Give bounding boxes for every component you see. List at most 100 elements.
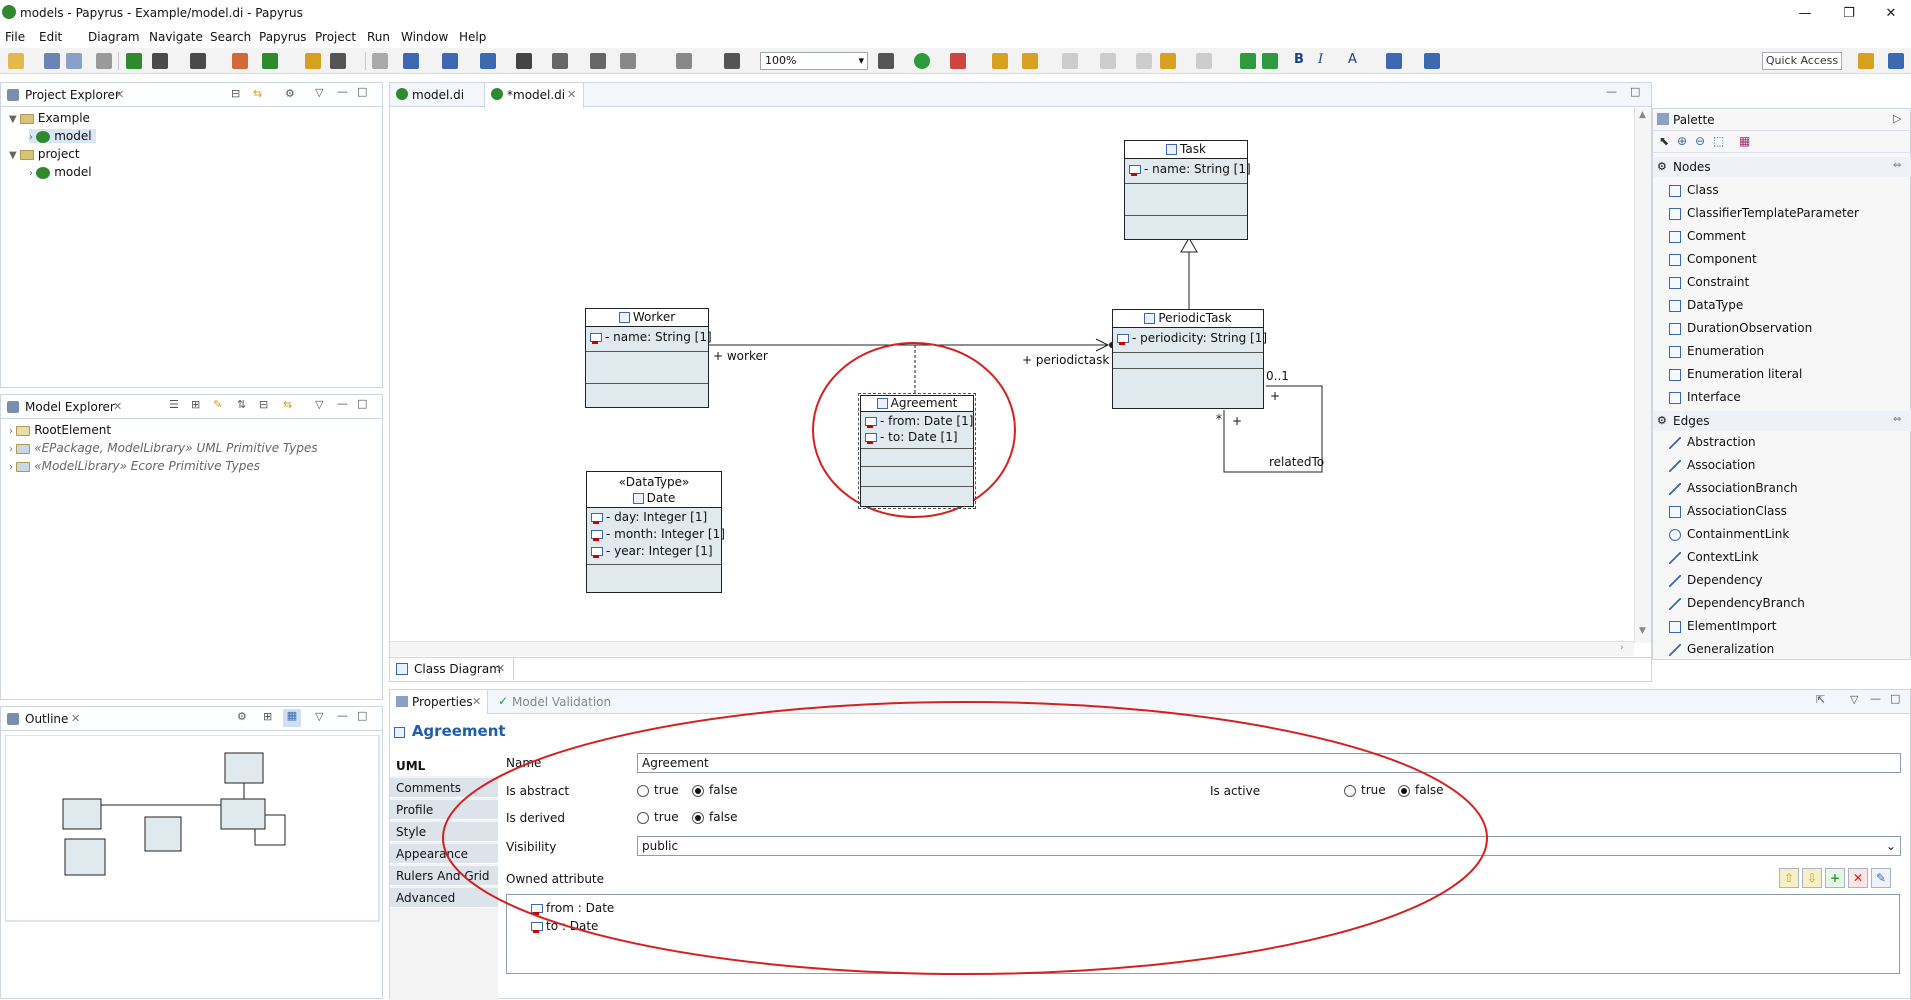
palette-edges-drawer[interactable]: ⚙ Edges ⇔ (1653, 411, 1911, 431)
minimize-view-icon[interactable]: — (1606, 85, 1617, 98)
list-item[interactable]: to : Date (531, 919, 598, 933)
view-menu-icon[interactable]: ▽ (1850, 693, 1858, 706)
collapse-all-icon[interactable]: ⊟ (231, 87, 240, 100)
side-tab-uml[interactable]: UML (390, 756, 498, 776)
collapse-icon[interactable]: ⊟ (259, 398, 268, 411)
zoom-out-icon[interactable]: ⊖ (1695, 134, 1705, 148)
menu-navigate[interactable]: Navigate (149, 28, 203, 46)
open-perspective-icon[interactable] (1858, 53, 1874, 69)
link-editor-icon[interactable]: ⇆ (253, 87, 262, 100)
side-tab-appearance[interactable]: Appearance (390, 844, 498, 864)
close-tab-icon[interactable]: ✕ (567, 88, 576, 101)
palette-item-dependency[interactable]: Dependency (1669, 573, 1763, 587)
palette-item-element-import[interactable]: ElementImport (1669, 619, 1777, 633)
project-explorer-tab[interactable]: Project Explorer ✕ ⊟ ⇆ ⚙ ▽ — □ (1, 83, 382, 107)
tree-item-model-selected[interactable]: › model (29, 129, 96, 143)
search-icon[interactable] (1100, 53, 1116, 69)
palette-item-constraint[interactable]: Constraint (1669, 275, 1749, 289)
attr-row[interactable]: - year: Integer [1] (591, 544, 713, 558)
palette-item-dep-branch[interactable]: DependencyBranch (1669, 596, 1805, 610)
related-to-label[interactable]: relatedTo (1269, 455, 1324, 469)
class-worker[interactable]: Worker - name: String [1] (585, 308, 712, 408)
menu-edit[interactable]: Edit (39, 28, 62, 46)
side-tab-advanced[interactable]: Advanced (390, 888, 498, 908)
maximize-view-icon[interactable]: □ (357, 85, 367, 98)
marquee-icon[interactable]: ⬚ (1713, 134, 1724, 148)
layout-icon[interactable] (480, 53, 496, 69)
class-task[interactable]: Task - name: String [1] (1124, 140, 1251, 240)
route-icon[interactable] (552, 53, 568, 69)
menu-diagram[interactable]: Diagram (88, 28, 140, 46)
menu-papyrus[interactable]: Papyrus (259, 28, 307, 46)
minimize-icon[interactable]: — (1790, 3, 1820, 25)
menu-window[interactable]: Window (401, 28, 448, 46)
maximize-icon[interactable]: ❐ (1834, 3, 1864, 25)
annotation-icon[interactable] (1062, 53, 1078, 69)
tab-model-di-dirty[interactable]: *model.di ✕ (484, 83, 584, 108)
zoom-in-icon[interactable] (676, 53, 692, 69)
visibility-select[interactable]: public ⌄ (637, 836, 1901, 856)
class-periodic-task[interactable]: PeriodicTask - periodicity: String [1] (1112, 309, 1267, 409)
move-up-button[interactable]: ⇧ (1779, 868, 1799, 888)
palette-item-assoc-branch[interactable]: AssociationBranch (1669, 481, 1798, 495)
close-tab-icon[interactable]: ✕ (113, 400, 122, 413)
tree-item-uml-types[interactable]: › «EPackage, ModelLibrary» UML Primitive… (9, 441, 318, 455)
drawer-pin-icon[interactable]: ⇔ (1893, 160, 1901, 171)
is-active-true[interactable]: true (1344, 783, 1386, 797)
arrow-icon[interactable] (330, 53, 346, 69)
sort-icon[interactable]: ✎ (213, 398, 222, 411)
is-derived-true[interactable]: true (637, 810, 679, 824)
maximize-view-icon[interactable]: □ (1890, 692, 1900, 705)
task-icon[interactable] (1022, 53, 1038, 69)
quick-access-input[interactable]: Quick Access (1762, 52, 1842, 70)
outline-filter-icon[interactable]: ⚙ (237, 710, 247, 723)
palette-item-assoc-class[interactable]: AssociationClass (1669, 504, 1787, 518)
tree-item-root[interactable]: › RootElement (9, 423, 111, 437)
palette-item-containment[interactable]: ContainmentLink (1669, 527, 1789, 541)
note-icon[interactable]: ▦ (1739, 134, 1750, 148)
close-tab-icon[interactable]: ✕ (496, 662, 505, 675)
line-color-icon[interactable] (1424, 53, 1440, 69)
filter-icon[interactable]: ⚙ (285, 87, 295, 100)
link-icon[interactable] (305, 53, 321, 69)
palette-item-enum-literal[interactable]: Enumeration literal (1669, 367, 1802, 381)
side-tab-profile[interactable]: Profile (390, 800, 498, 820)
palette-item-generalization[interactable]: Generalization (1669, 642, 1774, 656)
edit-icon[interactable] (96, 53, 112, 69)
attr-row[interactable]: - day: Integer [1] (591, 510, 707, 524)
zoom-combo[interactable]: 100% ▾ (760, 52, 868, 70)
distribute-icon[interactable] (590, 53, 606, 69)
palette-item-comment[interactable]: Comment (1669, 229, 1746, 243)
menu-help[interactable]: Help (459, 28, 486, 46)
palette-item-enumeration[interactable]: Enumeration (1669, 344, 1764, 358)
tab-model-validation[interactable]: ✓ Model Validation (494, 690, 614, 714)
outline-overview-icon[interactable]: ▦ (283, 709, 301, 727)
name-input[interactable]: Agreement (637, 753, 1901, 773)
side-tab-style[interactable]: Style (390, 822, 498, 842)
attr-row[interactable]: - from: Date [1] (865, 414, 973, 428)
close-tab-icon[interactable]: ✕ (472, 695, 481, 708)
select-icon[interactable] (403, 53, 419, 69)
list-icon[interactable]: ☰ (169, 398, 179, 411)
attr-row[interactable]: - name: String [1] (1129, 162, 1251, 176)
attr-row[interactable]: - periodicity: String [1] (1117, 331, 1267, 345)
palette-item-class[interactable]: Class (1669, 183, 1719, 197)
font-color-button[interactable]: A (1348, 52, 1357, 67)
debug-icon[interactable] (878, 53, 894, 69)
run-papyrus-icon[interactable] (262, 53, 278, 69)
outline-thumbnail[interactable] (5, 735, 380, 925)
nav-forward-icon[interactable] (1262, 53, 1278, 69)
role-periodictask-label[interactable]: + periodictask (1022, 353, 1109, 367)
drawer-pin-icon[interactable]: ⇔ (1893, 414, 1901, 425)
palette-nodes-drawer[interactable]: ⚙ Nodes ⇔ (1653, 157, 1911, 177)
new-diagram-icon[interactable] (190, 53, 206, 69)
role-plus-label[interactable]: + (1270, 389, 1280, 403)
external-tools-icon[interactable] (950, 53, 966, 69)
save-icon[interactable] (44, 53, 60, 69)
size-icon[interactable] (620, 53, 636, 69)
palette-item-interface[interactable]: Interface (1669, 390, 1741, 404)
minimize-view-icon[interactable]: — (337, 85, 348, 98)
tree-item-ecore-types[interactable]: › «ModelLibrary» Ecore Primitive Types (9, 459, 260, 473)
attr-row[interactable]: - month: Integer [1] (591, 527, 725, 541)
minimize-view-icon[interactable]: — (337, 709, 348, 722)
